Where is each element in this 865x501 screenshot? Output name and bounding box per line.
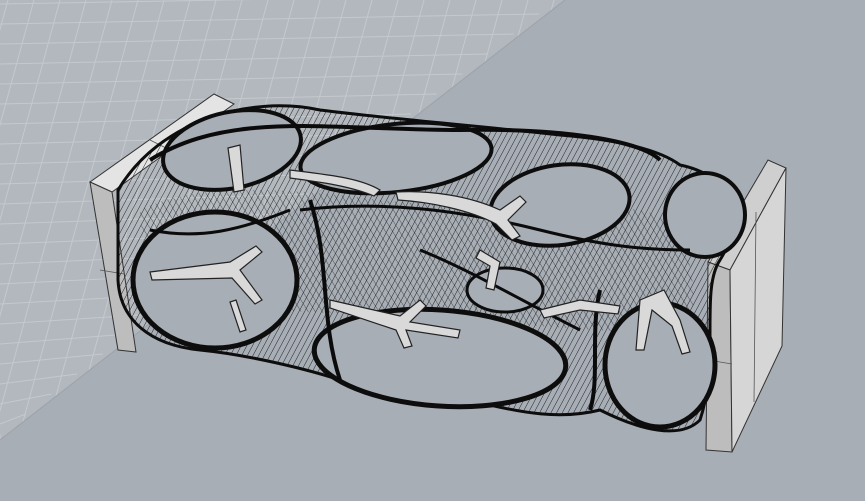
3d-viewport[interactable]: [0, 0, 865, 501]
viewport-canvas[interactable]: [0, 0, 865, 501]
